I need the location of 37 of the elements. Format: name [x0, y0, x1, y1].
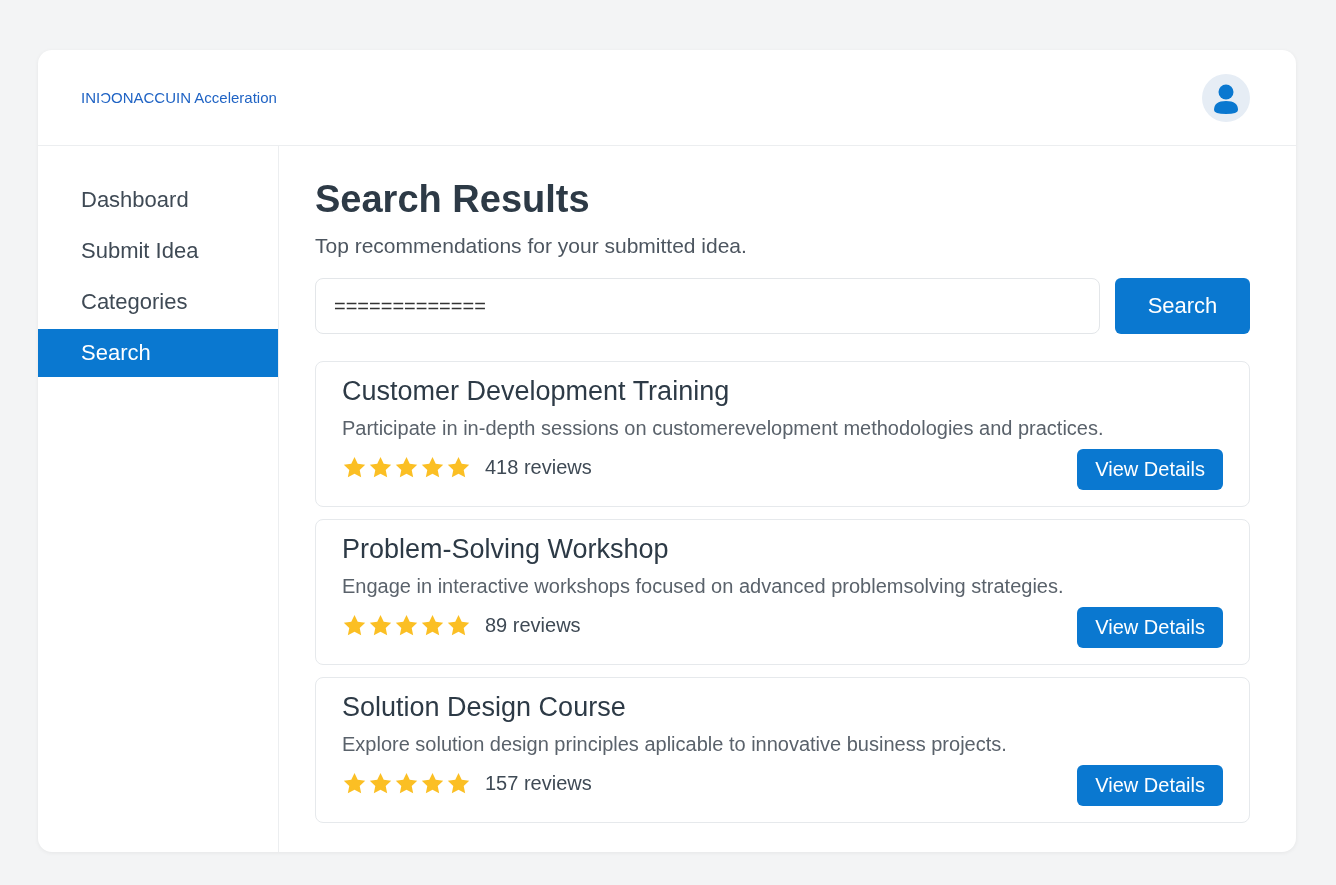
result-title: Solution Design Course — [342, 692, 627, 723]
search-button[interactable]: Search — [1115, 278, 1250, 334]
view-details-button[interactable]: View Details — [1077, 449, 1223, 490]
user-avatar-icon[interactable] — [1202, 73, 1250, 122]
star-icon — [368, 770, 393, 796]
star-icon — [394, 770, 419, 796]
view-details-button[interactable]: View Details — [1077, 765, 1223, 806]
star-icon — [446, 612, 471, 638]
result-description: Participate in in-depth sessions on customerevelopment methodologies and practices. — [342, 417, 1105, 440]
review-count: 157 reviews — [485, 771, 592, 795]
star-icon — [420, 454, 445, 480]
sidebar-item[interactable]: Dashboard — [38, 176, 278, 224]
star-icon — [368, 454, 393, 480]
result-title: Problem-Solving Workshop — [342, 534, 670, 565]
page-title: Search Results — [315, 177, 591, 222]
sidebar-item[interactable]: Search — [38, 329, 278, 377]
star-icon — [394, 612, 419, 638]
star-icon — [446, 454, 471, 480]
logo: INIƆONACCUIN Acceleration — [81, 89, 277, 106]
result-description: Engage in interactive workshops focused on advanced problemsolving strategies. — [342, 575, 1065, 598]
result-description: Explore solution design principles aplicable to innovative business projects. — [342, 733, 1008, 756]
star-icon — [368, 612, 393, 638]
star-icon — [342, 612, 367, 638]
star-icon — [342, 770, 367, 796]
page-subtitle: Top recommendations for your submitted idea. — [315, 234, 748, 258]
star-icon — [342, 454, 367, 480]
review-count: 418 reviews — [485, 455, 592, 479]
star-icon — [446, 770, 471, 796]
result-title: Customer Development Training — [342, 376, 731, 407]
view-details-button[interactable]: View Details — [1077, 607, 1223, 648]
search-field[interactable]: ============= — [315, 278, 1100, 334]
sidebar-item[interactable]: Categories — [38, 278, 278, 326]
star-icon — [420, 612, 445, 638]
sidebar-item[interactable]: Submit Idea — [38, 227, 278, 275]
star-icon — [394, 454, 419, 480]
review-count: 89 reviews — [485, 613, 581, 637]
star-icon — [420, 770, 445, 796]
